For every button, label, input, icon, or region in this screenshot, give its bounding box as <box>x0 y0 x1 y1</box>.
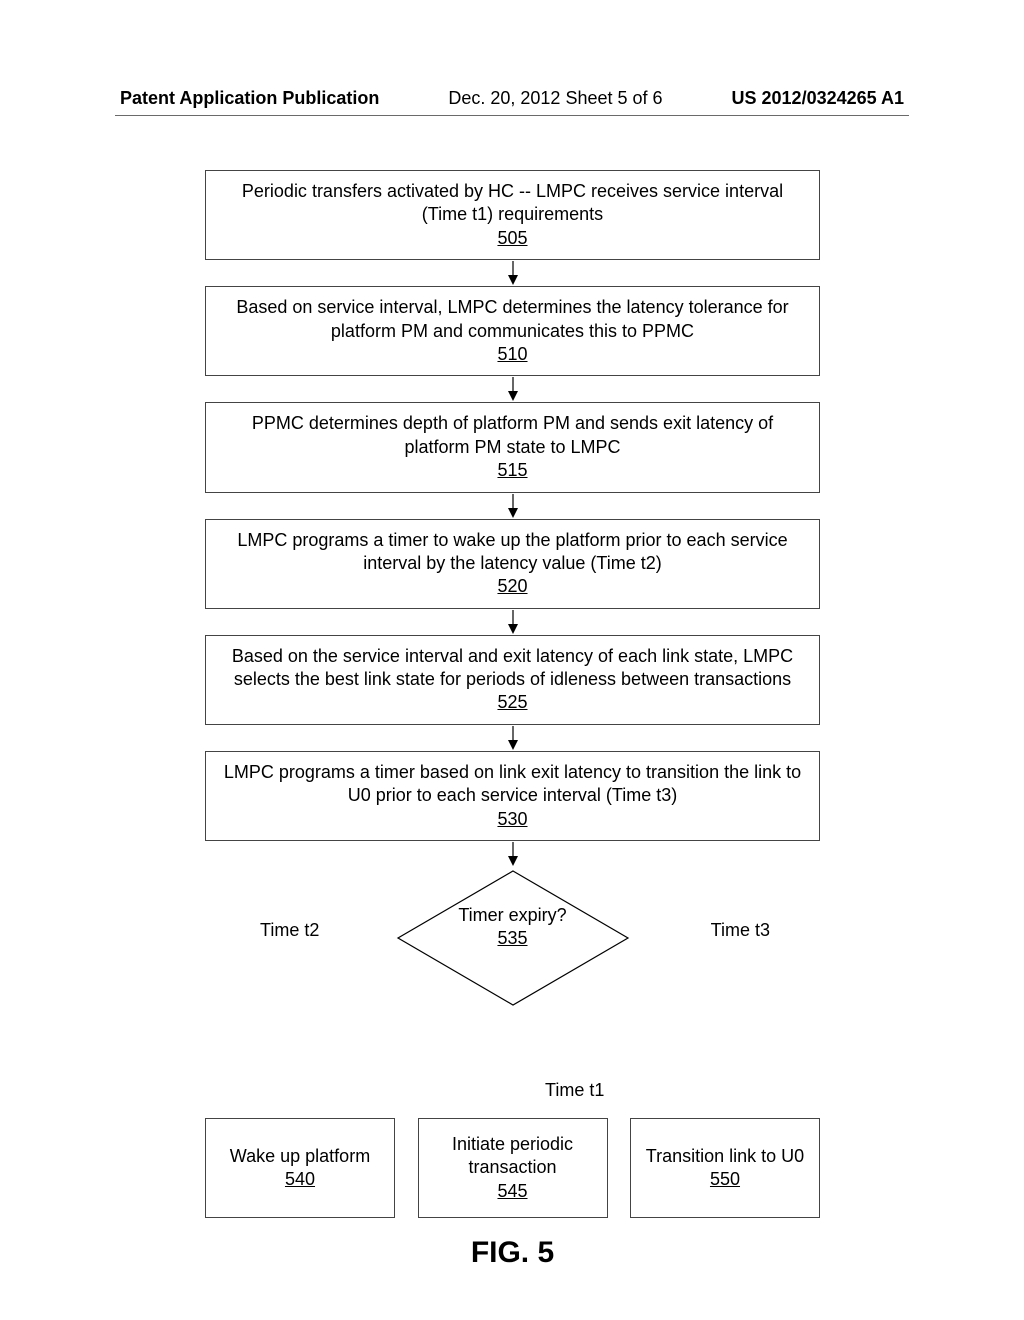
arrow-down-icon <box>205 842 820 866</box>
flow-box-510: Based on service interval, LMPC determin… <box>205 286 820 376</box>
box-ref: 510 <box>497 344 527 364</box>
box-text: LMPC programs a timer to wake up the pla… <box>237 530 787 573</box>
header-mid: Dec. 20, 2012 Sheet 5 of 6 <box>448 88 662 109</box>
box-ref: 530 <box>497 809 527 829</box>
box-text: Based on service interval, LMPC determin… <box>236 297 788 340</box>
box-ref: 515 <box>497 460 527 480</box>
header-right: US 2012/0324265 A1 <box>732 88 904 109</box>
terminal-row: Wake up platform 540 Initiate periodic t… <box>205 1118 820 1218</box>
flow-box-540: Wake up platform 540 <box>205 1118 395 1218</box>
decision-label: Timer expiry? <box>458 905 566 925</box>
header-left: Patent Application Publication <box>120 88 379 109</box>
box-ref: 545 <box>497 1180 527 1203</box>
box-text: PPMC determines depth of platform PM and… <box>252 413 773 456</box>
box-ref: 525 <box>497 692 527 712</box>
arrow-down-icon <box>205 377 820 401</box>
box-ref: 550 <box>710 1168 740 1191</box>
box-text: Transition link to U0 <box>646 1145 804 1168</box>
box-text: Initiate periodic transaction <box>429 1133 597 1180</box>
flow-box-530: LMPC programs a timer based on link exit… <box>205 751 820 841</box>
header-divider <box>115 115 909 116</box>
page-header: Patent Application Publication Dec. 20, … <box>120 88 904 109</box>
arrow-down-icon <box>205 261 820 285</box>
arrow-down-icon <box>205 610 820 634</box>
flow-box-525: Based on the service interval and exit l… <box>205 635 820 725</box>
box-ref: 540 <box>285 1168 315 1191</box>
flow-box-505: Periodic transfers activated by HC -- LM… <box>205 170 820 260</box>
arrow-down-icon <box>205 726 820 750</box>
box-text: Wake up platform <box>230 1145 370 1168</box>
branch-connectors: Time t1 <box>205 1018 820 1118</box>
box-text: Based on the service interval and exit l… <box>232 646 793 689</box>
edge-label-t1: Time t1 <box>545 1080 604 1101</box>
flow-box-545: Initiate periodic transaction 545 <box>418 1118 608 1218</box>
box-ref: 505 <box>497 228 527 248</box>
figure-label: FIG. 5 <box>205 1236 820 1270</box>
flow-box-515: PPMC determines depth of platform PM and… <box>205 402 820 492</box>
flowchart: Periodic transfers activated by HC -- LM… <box>205 170 820 1270</box>
box-text: Periodic transfers activated by HC -- LM… <box>242 181 783 224</box>
arrow-down-icon <box>205 494 820 518</box>
box-text: LMPC programs a timer based on link exit… <box>224 762 801 805</box>
flow-box-550: Transition link to U0 550 <box>630 1118 820 1218</box>
box-ref: 520 <box>497 576 527 596</box>
flow-box-520: LMPC programs a timer to wake up the pla… <box>205 519 820 609</box>
